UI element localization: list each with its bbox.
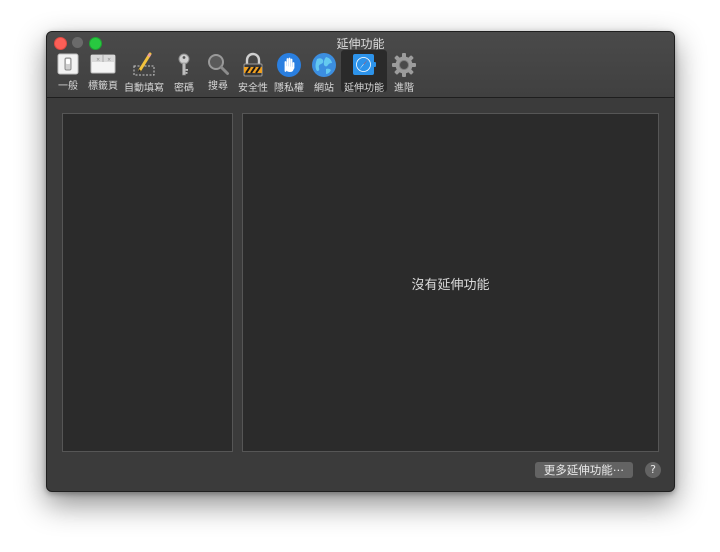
padlock-icon xyxy=(239,52,267,78)
help-button[interactable]: ? xyxy=(645,462,661,478)
extensions-list[interactable] xyxy=(62,113,233,452)
empty-message: 沒有延伸功能 xyxy=(411,278,490,293)
tab-autofill[interactable]: 自動填寫 xyxy=(121,50,167,94)
extensions-icon xyxy=(350,52,378,78)
tab-general-label: 一般 xyxy=(58,81,78,92)
tab-tabs-label: 標籤頁 xyxy=(88,81,118,92)
magnifier-icon xyxy=(204,52,232,76)
globe-icon xyxy=(310,52,338,78)
hand-icon xyxy=(275,52,303,78)
general-switch-icon xyxy=(54,52,82,76)
tab-general[interactable]: 一般 xyxy=(51,50,85,92)
tab-search-label: 搜尋 xyxy=(208,81,228,92)
tab-passwords-label: 密碼 xyxy=(174,83,194,94)
pencil-autofill-icon xyxy=(130,52,158,78)
tab-search[interactable]: 搜尋 xyxy=(201,50,235,92)
tab-security-label: 安全性 xyxy=(238,83,268,94)
tab-advanced[interactable]: 進階 xyxy=(387,50,421,94)
svg-text:×: × xyxy=(107,57,111,63)
tab-extensions-label: 延伸功能 xyxy=(344,83,384,94)
titlebar: 延伸功能 一般 × × 標籤頁 自動填寫 密碼 搜尋 安全性 隱私權 網站 延伸… xyxy=(47,32,674,98)
tab-websites[interactable]: 網站 xyxy=(307,50,341,94)
svg-text:×: × xyxy=(96,57,100,63)
tab-advanced-label: 進階 xyxy=(394,83,414,94)
tab-extensions[interactable]: 延伸功能 xyxy=(341,50,387,94)
tab-privacy[interactable]: 隱私權 xyxy=(271,50,307,94)
tab-security[interactable]: 安全性 xyxy=(235,50,271,94)
tabs-icon: × × xyxy=(89,52,117,76)
tab-websites-label: 網站 xyxy=(314,83,334,94)
more-extensions-button[interactable]: 更多延伸功能⋯ xyxy=(535,462,633,478)
tab-autofill-label: 自動填寫 xyxy=(124,83,164,94)
gear-icon xyxy=(390,52,418,78)
extension-detail-pane: 沒有延伸功能 xyxy=(242,113,659,452)
toolbar: 一般 × × 標籤頁 自動填寫 密碼 搜尋 安全性 隱私權 網站 延伸功能 進階 xyxy=(51,50,421,96)
tab-passwords[interactable]: 密碼 xyxy=(167,50,201,94)
preferences-window: 延伸功能 一般 × × 標籤頁 自動填寫 密碼 搜尋 安全性 隱私權 網站 延伸… xyxy=(46,31,675,492)
tab-tabs[interactable]: × × 標籤頁 xyxy=(85,50,121,92)
key-icon xyxy=(170,52,198,78)
tab-privacy-label: 隱私權 xyxy=(274,83,304,94)
